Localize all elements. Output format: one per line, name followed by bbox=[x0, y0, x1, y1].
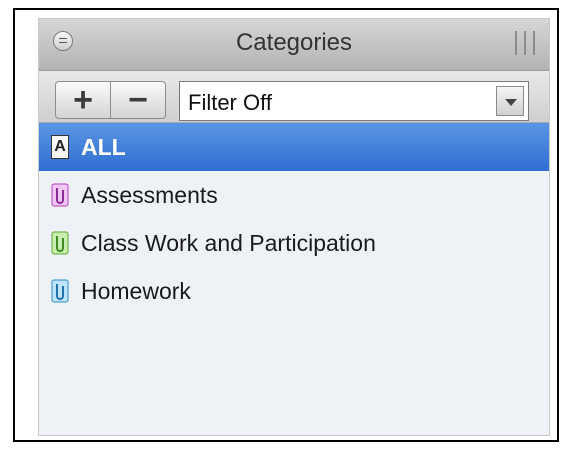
category-label: Assessments bbox=[81, 181, 218, 208]
category-item-homework[interactable]: Homework bbox=[39, 267, 549, 315]
paperclip-icon bbox=[51, 231, 69, 255]
remove-category-button[interactable]: − bbox=[110, 82, 165, 118]
category-label: Class Work and Participation bbox=[81, 229, 376, 256]
category-item-assessments[interactable]: Assessments bbox=[39, 171, 549, 219]
categories-panel: Categories + − Filter Off A ALL Assessme… bbox=[38, 18, 550, 436]
category-label: Homework bbox=[81, 277, 191, 304]
category-label: ALL bbox=[81, 133, 126, 160]
collapse-icon[interactable] bbox=[53, 31, 73, 51]
panel-titlebar: Categories bbox=[39, 19, 549, 71]
paperclip-icon bbox=[51, 279, 69, 303]
categories-toolbar: + − Filter Off bbox=[39, 71, 549, 123]
category-item-all[interactable]: A ALL bbox=[39, 123, 549, 171]
add-category-button[interactable]: + bbox=[56, 82, 110, 118]
resize-grip-icon[interactable] bbox=[515, 31, 535, 55]
dropdown-arrow-icon[interactable] bbox=[496, 86, 524, 116]
filter-select[interactable]: Filter Off bbox=[179, 81, 529, 121]
all-icon: A bbox=[51, 135, 69, 159]
category-item-class-work[interactable]: Class Work and Participation bbox=[39, 219, 549, 267]
add-remove-button-group: + − bbox=[55, 81, 166, 119]
panel-title: Categories bbox=[235, 29, 353, 56]
filter-value: Filter Off bbox=[188, 90, 272, 115]
paperclip-icon bbox=[51, 183, 69, 207]
